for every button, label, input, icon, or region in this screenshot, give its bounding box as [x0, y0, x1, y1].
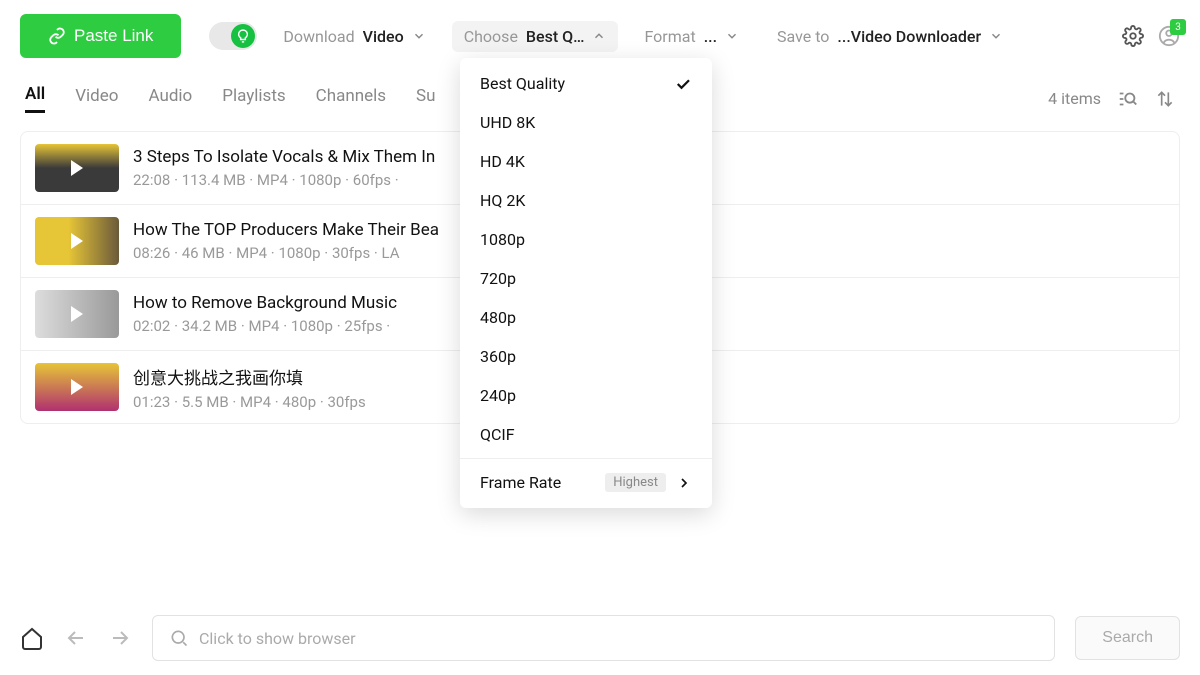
lightbulb-icon	[231, 24, 255, 48]
sort-icon[interactable]	[1155, 89, 1175, 109]
settings-button[interactable]	[1122, 25, 1144, 47]
video-title: 3 Steps To Isolate Vocals & Mix Them In	[133, 147, 435, 167]
tab-audio[interactable]: Audio	[148, 86, 192, 112]
play-icon	[71, 233, 83, 249]
save-to-select[interactable]: Save to ...Video Downloader	[765, 21, 1015, 52]
gear-icon	[1122, 25, 1144, 47]
chevron-down-icon	[989, 29, 1003, 43]
thumbnail	[35, 144, 119, 192]
play-icon	[71, 306, 83, 322]
thumbnail	[35, 363, 119, 411]
tab-video[interactable]: Video	[75, 86, 118, 112]
search-icon	[169, 628, 189, 648]
quality-option[interactable]: HQ 2K	[460, 181, 712, 220]
tab-all[interactable]: All	[25, 84, 45, 113]
smart-mode-toggle[interactable]	[209, 22, 257, 50]
item-count: 4 items	[1048, 89, 1101, 108]
tab-playlists[interactable]: Playlists	[222, 86, 285, 112]
browser-url-field[interactable]: Click to show browser	[152, 615, 1055, 661]
forward-button[interactable]	[108, 626, 132, 650]
quality-option[interactable]: 240p	[460, 376, 712, 415]
chevron-down-icon	[412, 29, 426, 43]
account-button[interactable]: 3	[1158, 25, 1180, 47]
quality-option[interactable]: QCIF	[460, 415, 712, 454]
quality-option[interactable]: UHD 8K	[460, 103, 712, 142]
paste-link-label: Paste Link	[74, 26, 153, 46]
tab-subscriptions[interactable]: Su	[416, 86, 435, 112]
video-title: How to Remove Background Music	[133, 293, 397, 313]
play-icon	[71, 379, 83, 395]
format-select[interactable]: Format ...	[632, 21, 751, 52]
chevron-up-icon	[592, 29, 606, 43]
play-icon	[71, 160, 83, 176]
quality-select[interactable]: Choose Best Q…	[452, 21, 619, 52]
quality-option[interactable]: HD 4K	[460, 142, 712, 181]
link-icon	[48, 27, 66, 45]
video-title: How The TOP Producers Make Their Bea	[133, 220, 439, 240]
quality-option[interactable]: 720p	[460, 259, 712, 298]
notification-badge: 3	[1170, 19, 1186, 35]
search-button[interactable]: Search	[1075, 616, 1180, 660]
video-title: 创意大挑战之我画你填	[133, 364, 366, 389]
video-meta: 08:26 · 46 MB · MP4 · 1080p · 30fps · LA	[133, 244, 439, 262]
video-meta: 01:23 · 5.5 MB · MP4 · 480p · 30fps	[133, 393, 366, 411]
thumbnail	[35, 290, 119, 338]
tab-channels[interactable]: Channels	[316, 86, 386, 112]
chevron-right-icon	[676, 475, 692, 491]
quality-option[interactable]: 480p	[460, 298, 712, 337]
thumbnail	[35, 217, 119, 265]
back-button[interactable]	[64, 626, 88, 650]
video-meta: 22:08 · 113.4 MB · MP4 · 1080p · 60fps ·	[133, 171, 435, 189]
home-button[interactable]	[20, 626, 44, 650]
check-icon	[674, 75, 692, 93]
video-meta: 02:02 · 34.2 MB · MP4 · 1080p · 25fps ·	[133, 317, 397, 335]
chevron-down-icon	[725, 29, 739, 43]
quality-option[interactable]: Best Quality	[460, 64, 712, 103]
search-list-icon[interactable]	[1117, 88, 1139, 110]
paste-link-button[interactable]: Paste Link	[20, 14, 181, 58]
quality-dropdown: Best Quality UHD 8K HD 4K HQ 2K 1080p 72…	[460, 58, 712, 508]
download-select[interactable]: Download Video	[271, 21, 437, 52]
frame-rate-option[interactable]: Frame Rate Highest	[460, 463, 712, 502]
quality-option[interactable]: 360p	[460, 337, 712, 376]
quality-option[interactable]: 1080p	[460, 220, 712, 259]
